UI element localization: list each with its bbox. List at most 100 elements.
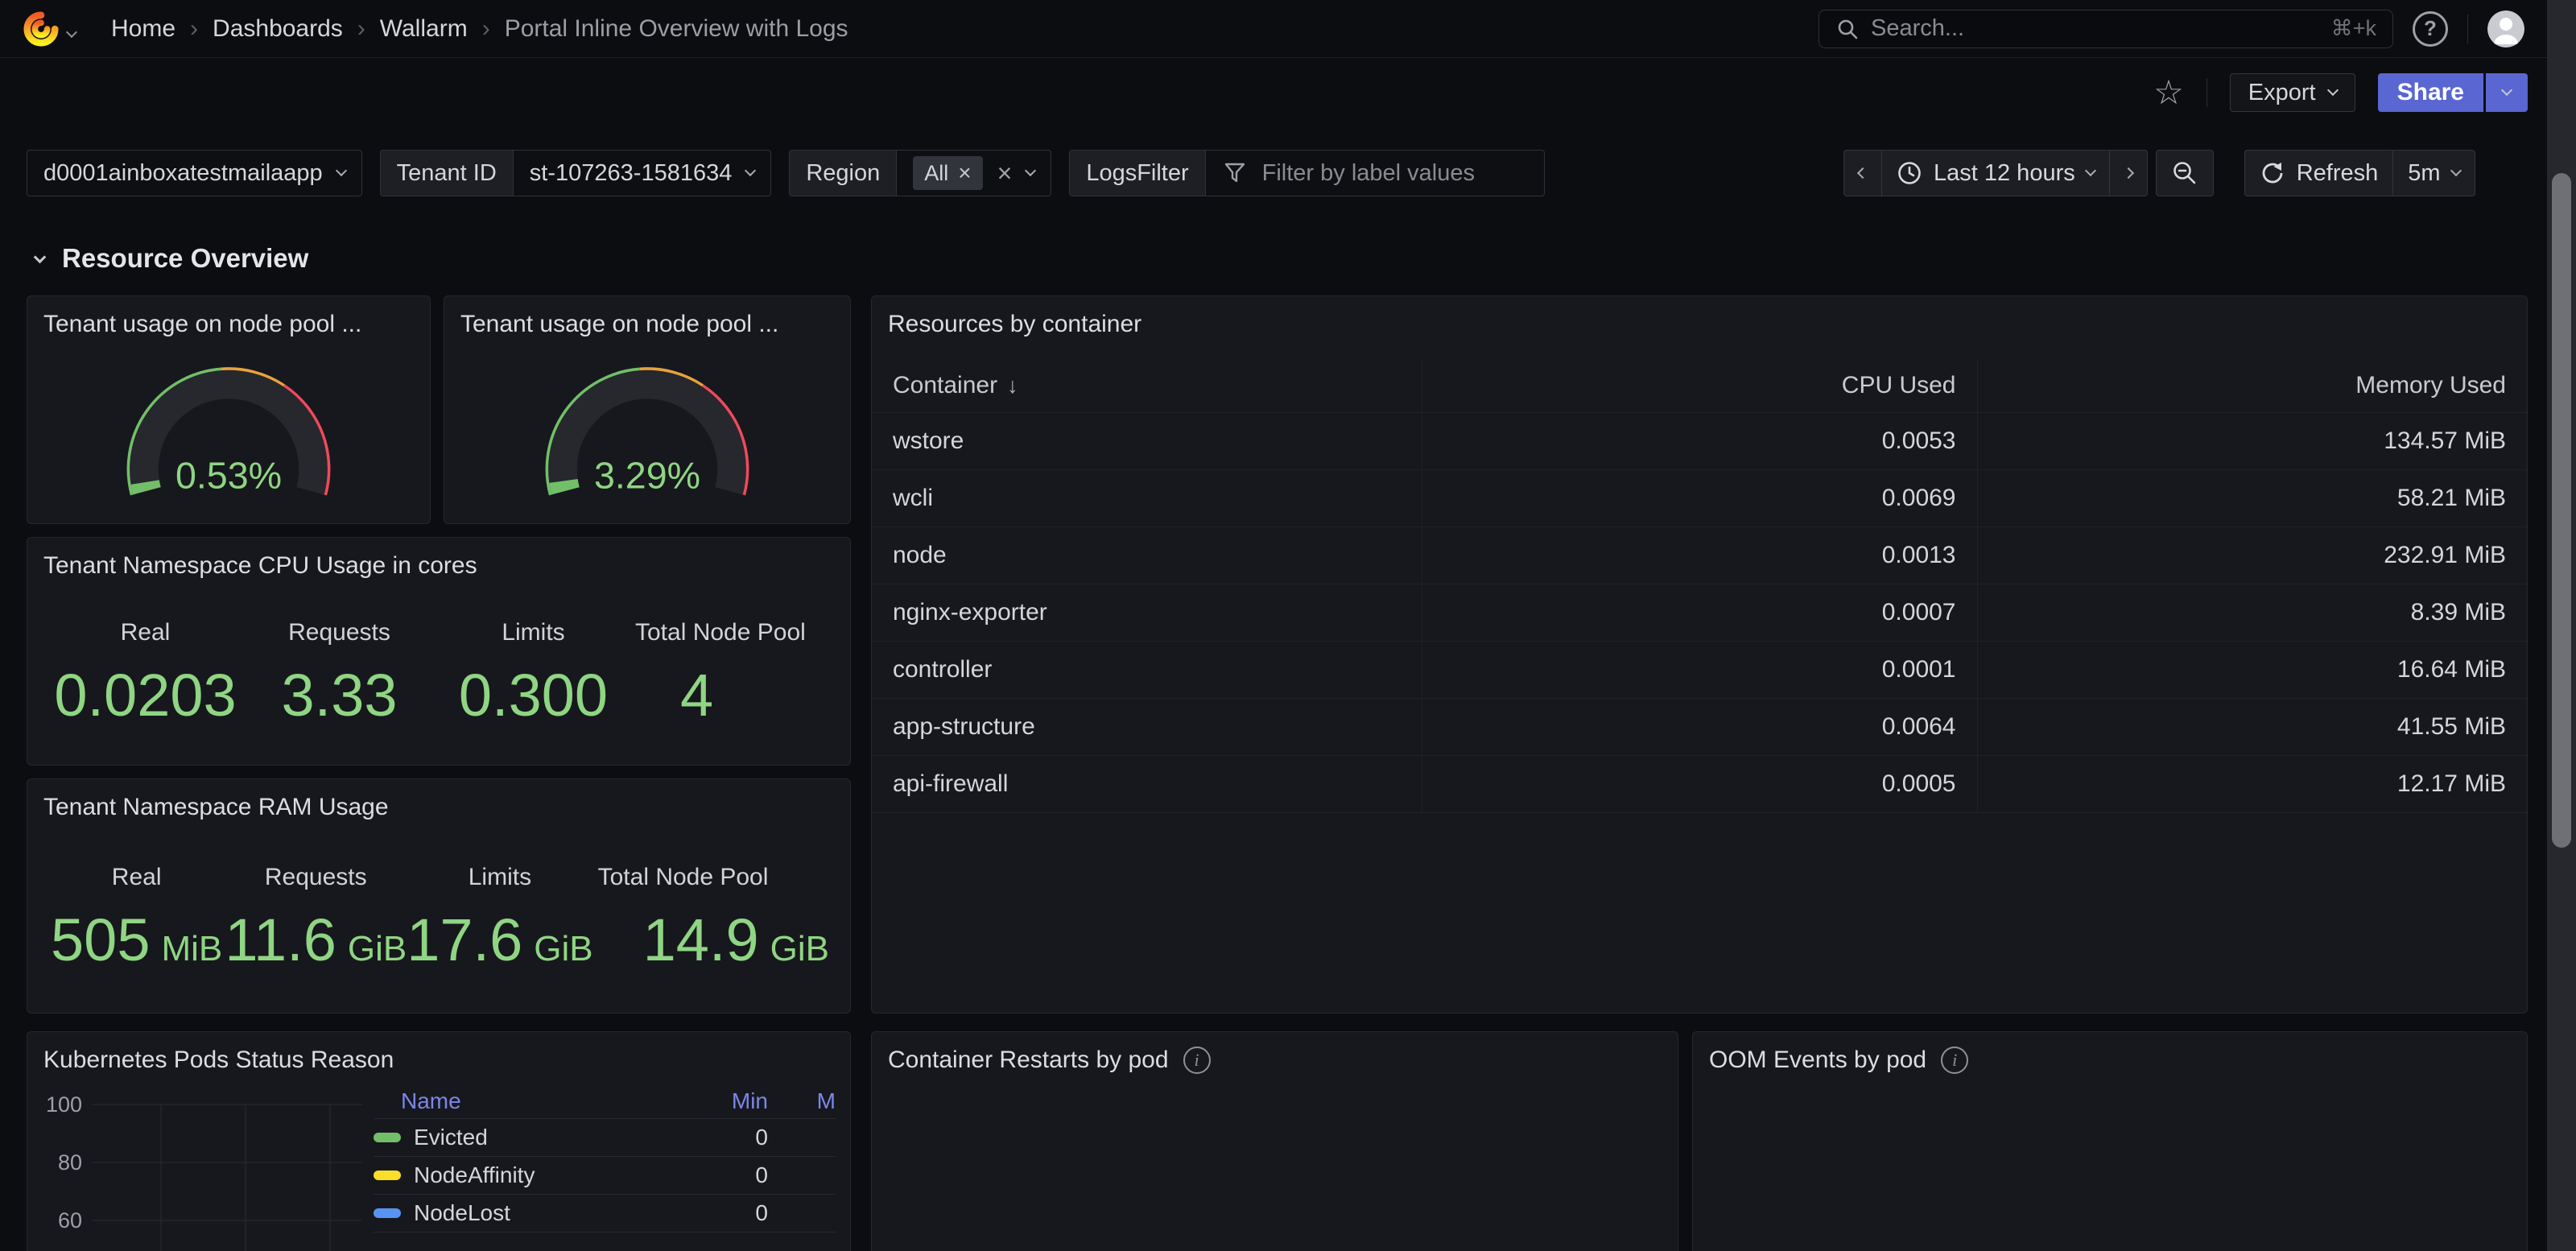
chevron-down-icon xyxy=(2450,165,2462,176)
table-header-row: Container CPU Used Memory Used xyxy=(872,359,2527,412)
clear-selection-icon[interactable] xyxy=(997,159,1013,188)
table-row: controller0.000116.64 MiB xyxy=(872,641,2527,698)
scrollbar-track[interactable] xyxy=(2547,0,2576,1251)
region-chip-all[interactable]: All xyxy=(913,156,982,190)
scrollbar-thumb[interactable] xyxy=(2552,173,2571,848)
panel-resources-by-container: Resources by container Container CPU Use… xyxy=(871,295,2528,1014)
legend-series-name[interactable]: NodeAffinity xyxy=(414,1162,663,1188)
panel-title[interactable]: Tenant Namespace CPU Usage in cores xyxy=(27,538,850,589)
refresh-button[interactable]: Refresh xyxy=(2245,151,2394,196)
table-row: wstore0.0053134.57 MiB xyxy=(872,412,2527,469)
tenant-id-dropdown[interactable]: st-107263-1581634 xyxy=(514,151,771,196)
stat-label: Total Node Pool xyxy=(635,617,806,650)
stat-label: Limits xyxy=(469,861,531,894)
panel-title[interactable]: Tenant Namespace RAM Usage xyxy=(27,779,850,831)
variable-tenant-id: Tenant ID st-107263-1581634 xyxy=(380,150,772,196)
time-range-picker[interactable]: Last 12 hours xyxy=(1882,151,2110,196)
refresh-label: Refresh xyxy=(2297,160,2379,187)
region-label: Region xyxy=(790,151,897,196)
time-shift-forward-button[interactable] xyxy=(2110,151,2147,196)
column-header-memory-used[interactable]: Memory Used xyxy=(1977,359,2527,412)
panel-title[interactable]: Tenant usage on node pool ... xyxy=(27,296,430,348)
org-switcher-chevron-icon[interactable] xyxy=(68,15,76,43)
refresh-icon xyxy=(2260,160,2285,186)
stat: Total Node Pool 4 xyxy=(630,594,829,752)
breadcrumb-current-dashboard: Portal Inline Overview with Logs xyxy=(505,15,848,43)
stat-row: Real505MiBRequests11.6GiBLimits17.6GiBTo… xyxy=(48,836,829,1000)
table-cell: 0.0053 xyxy=(1422,412,1977,469)
time-range-group: Last 12 hours xyxy=(1843,150,2148,196)
breadcrumb-separator-icon xyxy=(190,15,198,43)
logsfilter-field[interactable] xyxy=(1206,151,1544,196)
time-controls: Last 12 hours Refresh 5m xyxy=(1843,150,2475,196)
refresh-group: Refresh 5m xyxy=(2244,150,2475,196)
user-avatar[interactable] xyxy=(2487,10,2524,47)
stat-unit: MiB xyxy=(162,929,223,969)
y-axis-tick: 80 xyxy=(58,1150,82,1175)
panel-tenant-usage-gauge-2: Tenant usage on node pool ... 3.29% xyxy=(444,295,851,524)
legend-series-name[interactable]: Evicted xyxy=(414,1125,663,1150)
info-icon[interactable] xyxy=(1941,1047,1968,1074)
stat-number: 4 xyxy=(680,661,713,729)
panel-title[interactable]: Tenant usage on node pool ... xyxy=(444,296,850,348)
legend-header-max[interactable]: M xyxy=(768,1088,836,1114)
table-row: api-firewall0.000512.17 MiB xyxy=(872,755,2527,812)
stat-value: 4 xyxy=(680,661,713,729)
zoom-out-time-button[interactable] xyxy=(2157,151,2213,196)
global-search[interactable]: ⌘+k xyxy=(1818,10,2393,48)
stat-number: 17.6 xyxy=(407,906,522,974)
panel-title-text: Container Restarts by pod xyxy=(888,1047,1169,1074)
refresh-interval-dropdown[interactable]: 5m xyxy=(2393,151,2474,196)
series-color-swatch xyxy=(374,1133,401,1142)
legend-series-name[interactable]: NodeLost xyxy=(414,1200,663,1226)
info-icon[interactable] xyxy=(1183,1047,1211,1074)
legend-header-min[interactable]: Min xyxy=(663,1088,768,1114)
stat: Real505MiB xyxy=(48,836,225,1000)
panel-title[interactable]: OOM Events by pod xyxy=(1693,1032,2527,1084)
share-button[interactable]: Share xyxy=(2378,73,2483,112)
stat-number: 0.300 xyxy=(459,661,608,729)
region-chip-label: All xyxy=(924,161,948,186)
table-cell: wcli xyxy=(872,469,1422,526)
export-button[interactable]: Export xyxy=(2230,73,2355,112)
table-row: wcli0.006958.21 MiB xyxy=(872,469,2527,526)
legend-series-min: 0 xyxy=(663,1125,768,1150)
panel-title[interactable]: Kubernetes Pods Status Reason xyxy=(27,1032,850,1084)
variable-app: d0001ainboxatestmailaapp xyxy=(27,150,362,196)
help-icon[interactable] xyxy=(2413,11,2448,47)
resources-table: Container CPU Used Memory Used wstore0.0… xyxy=(872,359,2527,813)
zoom-out-group xyxy=(2156,150,2214,196)
panel-title[interactable]: Container Restarts by pod xyxy=(872,1032,1678,1084)
legend-header-name[interactable]: Name xyxy=(401,1088,663,1114)
breadcrumb-dashboards[interactable]: Dashboards xyxy=(213,15,343,43)
legend-row: NodeLost0 xyxy=(374,1195,836,1232)
table-cell: 0.0069 xyxy=(1422,469,1977,526)
column-header-cpu-used[interactable]: CPU Used xyxy=(1422,359,1977,412)
table-cell: wstore xyxy=(872,412,1422,469)
grafana-logo[interactable] xyxy=(23,10,60,47)
panel-title[interactable]: Resources by container xyxy=(872,296,2527,348)
share-options-button[interactable] xyxy=(2486,73,2528,112)
legend-series-min: 0 xyxy=(663,1200,768,1226)
breadcrumb-home[interactable]: Home xyxy=(111,15,175,43)
row-title: Resource Overview xyxy=(62,243,308,274)
row-resource-overview[interactable]: Resource Overview xyxy=(35,243,308,274)
table-row: node0.0013232.91 MiB xyxy=(872,526,2527,584)
time-shift-back-button[interactable] xyxy=(1844,151,1882,196)
column-header-container[interactable]: Container xyxy=(872,359,1422,412)
region-dropdown[interactable]: All xyxy=(897,151,1051,196)
panel-title-text: Tenant usage on node pool ... xyxy=(460,311,778,338)
dashboard-variables: d0001ainboxatestmailaapp Tenant ID st-10… xyxy=(27,150,1545,196)
panel-oom-events: OOM Events by pod xyxy=(1692,1031,2528,1251)
table-cell: 16.64 MiB xyxy=(1977,641,2527,698)
export-label: Export xyxy=(2248,80,2316,106)
breadcrumb-folder[interactable]: Wallarm xyxy=(380,15,468,43)
refresh-interval-value: 5m xyxy=(2408,160,2440,187)
breadcrumb: Home Dashboards Wallarm Portal Inline Ov… xyxy=(111,15,848,43)
app-dropdown[interactable]: d0001ainboxatestmailaapp xyxy=(27,151,361,196)
stat-value: 0.0203 xyxy=(54,661,236,729)
search-input[interactable] xyxy=(1871,15,2320,42)
remove-chip-icon[interactable] xyxy=(958,160,971,186)
favorite-star-icon[interactable] xyxy=(2153,76,2184,109)
logsfilter-input[interactable] xyxy=(1262,160,1528,187)
